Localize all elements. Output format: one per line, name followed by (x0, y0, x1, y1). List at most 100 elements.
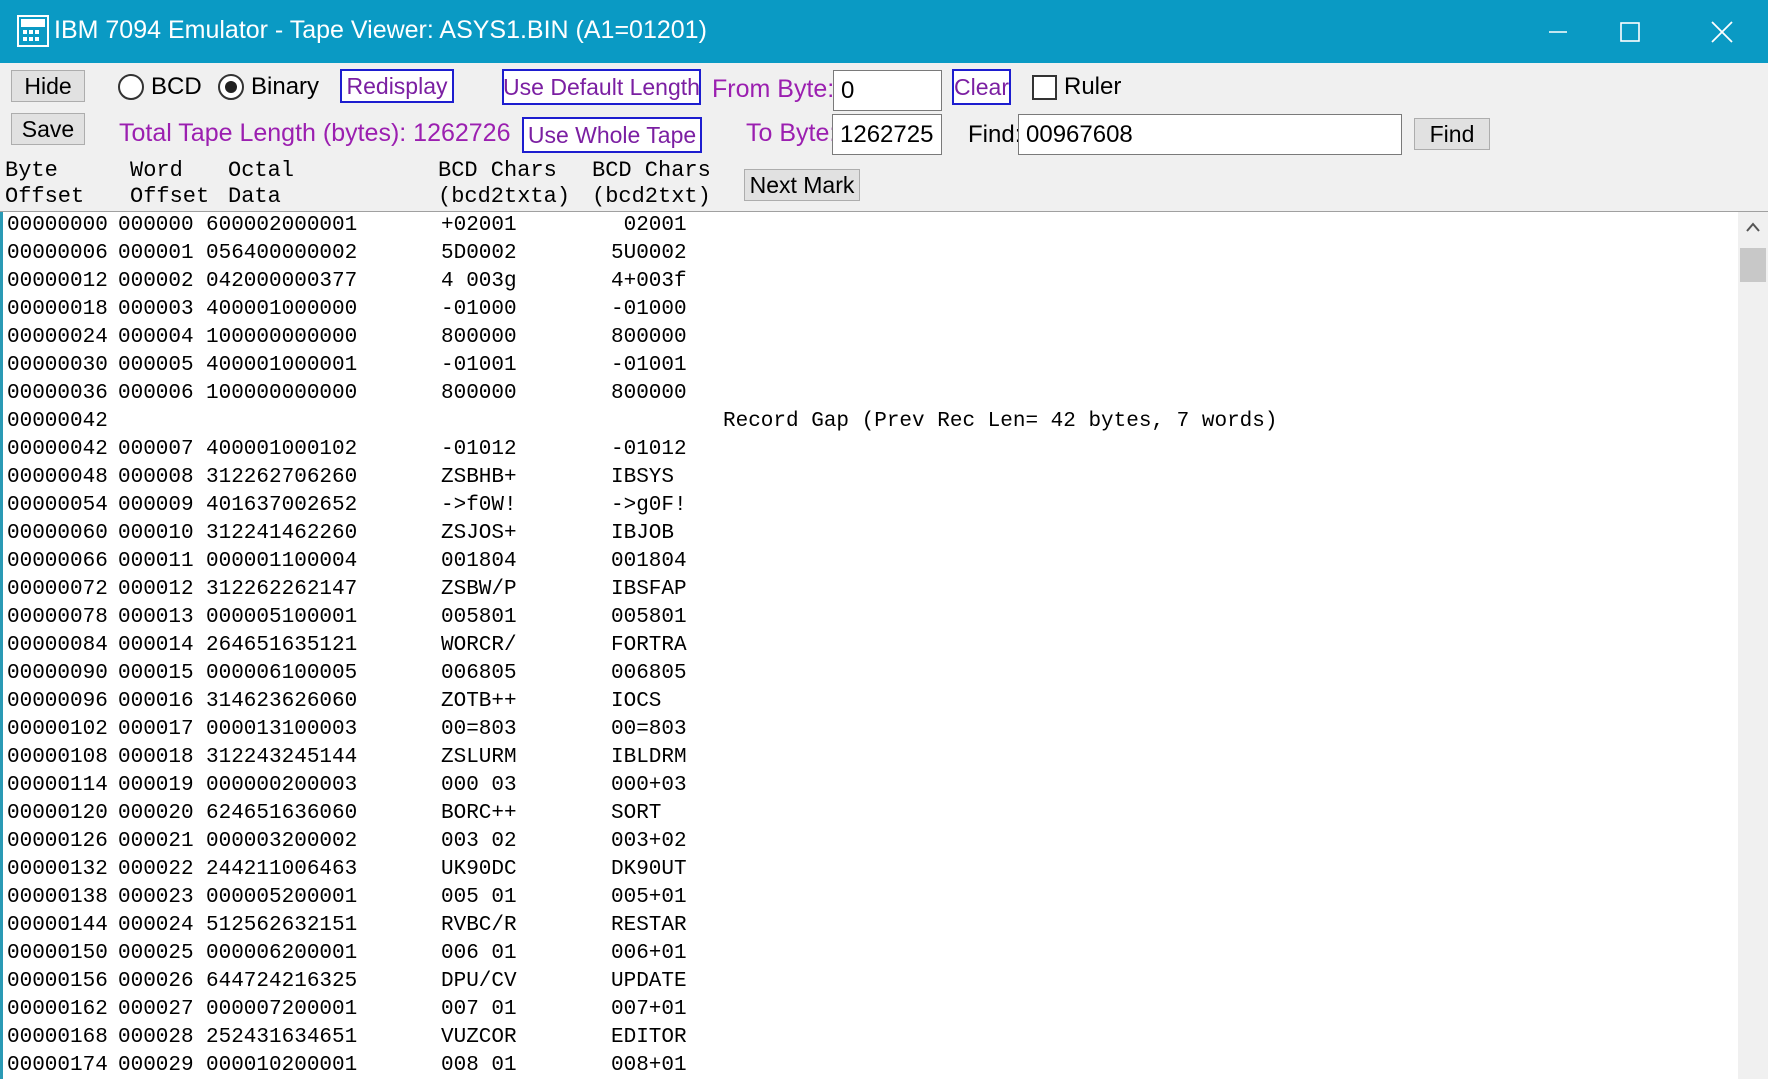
cell-word-offset: 000020 (118, 802, 194, 825)
cell-byte-offset: 00000096 (7, 690, 108, 713)
cell-bcd-txt: IBLDRM (611, 746, 687, 769)
table-row: 00000048 000008 312262706260 ZSBHB+ IBSYS (3, 464, 1733, 492)
cell-bcd-txta: -01012 (441, 438, 517, 461)
from-byte-input[interactable]: 0 (833, 70, 942, 111)
clear-button[interactable]: Clear (952, 69, 1011, 105)
cell-word-offset: 000016 (118, 690, 194, 713)
cell-byte-offset: 00000174 (7, 1054, 108, 1077)
cell-bcd-txta: 001804 (441, 550, 517, 573)
cell-byte-offset: 00000114 (7, 774, 108, 797)
cell-byte-offset: 00000138 (7, 886, 108, 909)
hide-button[interactable]: Hide (11, 70, 85, 102)
binary-radio-label[interactable]: Binary (251, 73, 319, 101)
cell-bcd-txta: BORC++ (441, 802, 517, 825)
table-row: 00000108 000018 312243245144 ZSLURM IBLDRM (3, 744, 1733, 772)
table-row: 00000102 000017 000013100003 00=803 00=803 (3, 716, 1733, 744)
cell-byte-offset: 00000024 (7, 326, 108, 349)
to-byte-label: To Byte: (746, 119, 837, 147)
cell-word-offset: 000023 (118, 886, 194, 909)
maximize-button[interactable] (1594, 0, 1666, 63)
find-input[interactable]: 00967608 (1018, 114, 1402, 155)
cell-word-offset: 000011 (118, 550, 194, 573)
cell-bcd-txt: 4+003f (611, 270, 687, 293)
minimize-button[interactable] (1522, 0, 1594, 63)
cell-word-offset: 000028 (118, 1026, 194, 1049)
cell-octal-data: 056400000002 (206, 242, 358, 265)
cell-octal-data: 600002000001 (206, 214, 358, 237)
table-row: 00000054 000009 401637002652 ->f0W! ->g0F! (3, 492, 1733, 520)
cell-byte-offset: 00000144 (7, 914, 108, 937)
cell-bcd-txta: 005801 (441, 606, 517, 629)
scrollbar-thumb[interactable] (1740, 248, 1766, 282)
cell-bcd-txt: UPDATE (611, 970, 687, 993)
table-row: 00000132 000022 244211006463 UK90DC DK90UT (3, 856, 1733, 884)
cell-byte-offset: 00000060 (7, 522, 108, 545)
cell-bcd-txt: 007+01 (611, 998, 687, 1021)
binary-radio[interactable] (218, 74, 244, 100)
maximize-icon (1620, 21, 1640, 42)
cell-word-offset: 000017 (118, 718, 194, 741)
cell-word-offset: 000026 (118, 970, 194, 993)
cell-octal-data: 000000200003 (206, 774, 358, 797)
find-button[interactable]: Find (1414, 118, 1490, 150)
cell-byte-offset: 00000168 (7, 1026, 108, 1049)
cell-octal-data: 000003200002 (206, 830, 358, 853)
table-row: 00000000 000000 600002000001 +02001 02001 (3, 212, 1733, 240)
vertical-scrollbar[interactable] (1738, 212, 1768, 1079)
redisplay-button[interactable]: Redisplay (340, 69, 454, 103)
cell-bcd-txta: 800000 (441, 326, 517, 349)
app-icon (17, 15, 49, 47)
table-row: 00000042 000007 400001000102 -01012 -01012 (3, 436, 1733, 464)
cell-word-offset: 000024 (118, 914, 194, 937)
cell-word-offset: 000008 (118, 466, 194, 489)
cell-octal-data: 000005100001 (206, 606, 358, 629)
scroll-up-button[interactable] (1738, 212, 1768, 242)
cell-bcd-txta: DPU/CV (441, 970, 517, 993)
cell-byte-offset: 00000120 (7, 802, 108, 825)
save-button[interactable]: Save (11, 113, 85, 145)
to-byte-input[interactable]: 1262725 (832, 114, 942, 155)
next-mark-button[interactable]: Next Mark (744, 169, 860, 201)
column-header-word-offset: Word Offset (130, 158, 210, 209)
cell-bcd-txt: 006805 (611, 662, 687, 685)
cell-word-offset: 000018 (118, 746, 194, 769)
record-gap-row: 00000042 Record Gap (Prev Rec Len= 42 byt… (3, 408, 1733, 436)
ruler-label[interactable]: Ruler (1064, 73, 1121, 101)
cell-octal-data: 312262706260 (206, 466, 358, 489)
cell-bcd-txta: 007 01 (441, 998, 517, 1021)
column-header-byte-offset: Byte Offset (5, 158, 85, 209)
cell-octal-data: 400001000000 (206, 298, 358, 321)
cell-word-offset: 000002 (118, 270, 194, 293)
cell-bcd-txta: ZOTB++ (441, 690, 517, 713)
bcd-radio[interactable] (118, 74, 144, 100)
ruler-checkbox[interactable] (1032, 75, 1057, 100)
cell-byte-offset: 00000150 (7, 942, 108, 965)
cell-bcd-txt: EDITOR (611, 1026, 687, 1049)
tape-data-list[interactable]: 00000000 000000 600002000001 +02001 02001 00… (0, 212, 1738, 1079)
use-whole-tape-button[interactable]: Use Whole Tape (522, 117, 702, 153)
title-bar: IBM 7094 Emulator - Tape Viewer: ASYS1.B… (0, 0, 1768, 63)
window-title: IBM 7094 Emulator - Tape Viewer: ASYS1.B… (54, 16, 707, 44)
column-header-bcd-txt: BCD Chars (bcd2txt) (592, 158, 711, 209)
cell-octal-data: 400001000001 (206, 354, 358, 377)
use-default-length-button[interactable]: Use Default Length (502, 69, 701, 105)
cell-bcd-txt: IOCS (611, 690, 662, 713)
cell-byte-offset: 00000084 (7, 634, 108, 657)
cell-byte-offset: 00000078 (7, 606, 108, 629)
cell-bcd-txta: 4 003g (441, 270, 517, 293)
cell-octal-data: 244211006463 (206, 858, 358, 881)
cell-bcd-txta: 003 02 (441, 830, 517, 853)
table-row: 00000162 000027 000007200001 007 01 007+01 (3, 996, 1733, 1024)
cell-octal-data: 312262262147 (206, 578, 358, 601)
cell-bcd-txta: 008 01 (441, 1054, 517, 1077)
table-row: 00000012 000002 042000000377 4 003g 4+003f (3, 268, 1733, 296)
table-row: 00000168 000028 252431634651 VUZCOR EDITOR (3, 1024, 1733, 1052)
table-row: 00000018 000003 400001000000 -01000 -01000 (3, 296, 1733, 324)
bcd-radio-label[interactable]: BCD (151, 73, 202, 101)
cell-byte-offset: 00000072 (7, 578, 108, 601)
cell-word-offset: 000012 (118, 578, 194, 601)
cell-byte-offset: 00000012 (7, 270, 108, 293)
close-button[interactable] (1686, 0, 1758, 63)
cell-word-offset: 000015 (118, 662, 194, 685)
cell-bcd-txta: ZSBHB+ (441, 466, 517, 489)
